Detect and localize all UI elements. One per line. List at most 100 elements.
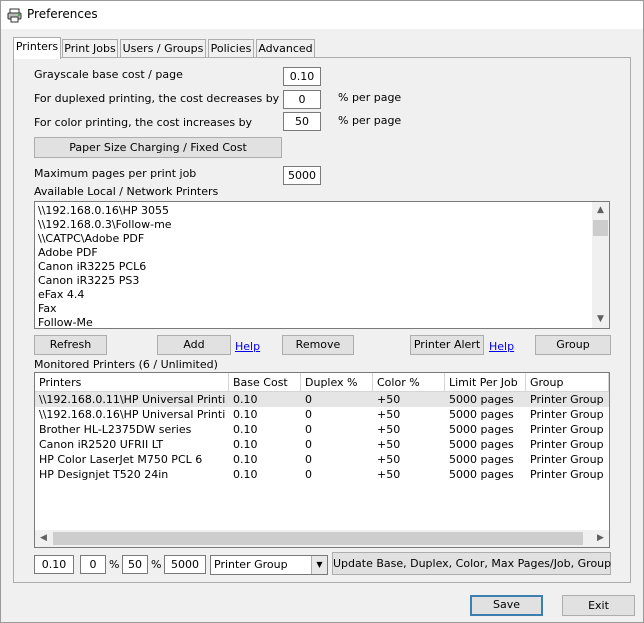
cell-duplex: 0 bbox=[305, 423, 312, 436]
table-row[interactable]: \\192.168.0.16\HP Universal Printing ...… bbox=[35, 407, 609, 422]
refresh-button[interactable]: Refresh bbox=[34, 335, 107, 355]
bulk-duplex-field[interactable]: 0 bbox=[80, 555, 106, 574]
list-item[interactable]: Canon iR3225 PCL6 bbox=[35, 260, 609, 274]
tab-users-groups[interactable]: Users / Groups bbox=[120, 39, 206, 58]
duplex-percent-label: % bbox=[109, 558, 120, 571]
tab-print-jobs[interactable]: Print Jobs bbox=[62, 39, 118, 58]
max-pages-field[interactable]: 5000 bbox=[283, 166, 321, 185]
cell-duplex: 0 bbox=[305, 408, 312, 421]
cell-duplex: 0 bbox=[305, 438, 312, 451]
bulk-max-pages-field[interactable]: 5000 bbox=[164, 555, 206, 574]
column-header-color[interactable]: Color % bbox=[373, 373, 445, 392]
help-link-add[interactable]: Help bbox=[235, 340, 260, 353]
cell-group: Printer Group bbox=[530, 393, 604, 406]
exit-button[interactable]: Exit bbox=[562, 595, 635, 616]
list-item[interactable]: \\CATPC\Adobe PDF bbox=[35, 232, 609, 246]
cell-base-cost: 0.10 bbox=[233, 453, 258, 466]
column-header-group[interactable]: Group bbox=[526, 373, 609, 392]
table-row[interactable]: HP Designjet T520 24in 0.10 0 +50 5000 p… bbox=[35, 467, 609, 482]
cell-color: +50 bbox=[377, 393, 401, 406]
list-item[interactable]: Fax bbox=[35, 302, 609, 316]
cell-base-cost: 0.10 bbox=[233, 468, 258, 481]
cell-group: Printer Group bbox=[530, 423, 604, 436]
duplex-cost-label: For duplexed printing, the cost decrease… bbox=[34, 92, 280, 105]
scroll-down-icon[interactable]: ▼ bbox=[592, 311, 609, 328]
list-item[interactable]: Canon iR3225 PS3 bbox=[35, 274, 609, 288]
available-printers-list[interactable]: \\192.168.0.16\HP 3055 \\192.168.0.3\Fol… bbox=[34, 201, 610, 329]
cell-color: +50 bbox=[377, 408, 401, 421]
table-row[interactable]: HP Color LaserJet M750 PCL 6 0.10 0 +50 … bbox=[35, 452, 609, 467]
table-row[interactable]: Brother HL-L2375DW series 0.10 0 +50 500… bbox=[35, 422, 609, 437]
bulk-color-field[interactable]: 50 bbox=[122, 555, 148, 574]
cell-base-cost: 0.10 bbox=[233, 423, 258, 436]
window-title: Preferences bbox=[27, 7, 98, 21]
column-header-limit[interactable]: Limit Per Job bbox=[445, 373, 526, 392]
add-button[interactable]: Add bbox=[157, 335, 231, 355]
grayscale-cost-label: Grayscale base cost / page bbox=[34, 68, 183, 81]
cell-limit: 5000 pages bbox=[449, 423, 514, 436]
update-all-button[interactable]: Update Base, Duplex, Color, Max Pages/Jo… bbox=[332, 552, 611, 575]
available-printers-label: Available Local / Network Printers bbox=[34, 185, 219, 198]
column-header-duplex[interactable]: Duplex % bbox=[301, 373, 373, 392]
printer-app-icon bbox=[7, 8, 22, 23]
list-item[interactable]: Follow-Me bbox=[35, 316, 609, 328]
cell-limit: 5000 pages bbox=[449, 393, 514, 406]
cell-printer: Canon iR2520 UFRII LT bbox=[39, 438, 164, 451]
cell-limit: 5000 pages bbox=[449, 453, 514, 466]
duplex-decrease-field[interactable]: 0 bbox=[283, 90, 321, 109]
table-row[interactable]: \\192.168.0.11\HP Universal Printing ...… bbox=[35, 392, 609, 407]
color-unit-label: % per page bbox=[338, 114, 402, 127]
cell-group: Printer Group bbox=[530, 453, 604, 466]
color-cost-label: For color printing, the cost increases b… bbox=[34, 116, 253, 129]
group-button[interactable]: Group bbox=[535, 335, 611, 355]
cell-limit: 5000 pages bbox=[449, 468, 514, 481]
list-item[interactable]: \\192.168.0.16\HP 3055 bbox=[35, 204, 609, 218]
column-header-base-cost[interactable]: Base Cost bbox=[229, 373, 301, 392]
bulk-group-select[interactable]: Printer Group ▼ bbox=[210, 555, 328, 575]
tab-printers[interactable]: Printers bbox=[13, 37, 61, 59]
list-item[interactable]: Adobe PDF bbox=[35, 246, 609, 260]
cell-color: +50 bbox=[377, 468, 401, 481]
cell-color: +50 bbox=[377, 423, 401, 436]
grayscale-cost-field[interactable]: 0.10 bbox=[283, 67, 321, 86]
chevron-down-icon[interactable]: ▼ bbox=[311, 556, 327, 574]
available-list-scrollbar[interactable]: ▲ ▼ bbox=[592, 202, 609, 328]
color-increase-field[interactable]: 50 bbox=[283, 112, 321, 131]
duplex-unit-label: % per page bbox=[338, 91, 402, 104]
title-bar: Preferences bbox=[1, 1, 643, 29]
cell-printer: \\192.168.0.16\HP Universal Printing ... bbox=[39, 408, 225, 421]
cell-duplex: 0 bbox=[305, 453, 312, 466]
cell-color: +50 bbox=[377, 453, 401, 466]
cell-printer: HP Designjet T520 24in bbox=[39, 468, 169, 481]
tab-policies[interactable]: Policies bbox=[208, 39, 254, 58]
cell-base-cost: 0.10 bbox=[233, 438, 258, 451]
tab-advanced[interactable]: Advanced bbox=[256, 39, 315, 58]
monitored-printers-table[interactable]: Printers Base Cost Duplex % Color % Limi… bbox=[34, 372, 610, 548]
table-horizontal-scrollbar[interactable]: ◀ ▶ bbox=[35, 530, 609, 547]
list-item[interactable]: \\192.168.0.3\Follow-me bbox=[35, 218, 609, 232]
table-row[interactable]: Canon iR2520 UFRII LT 0.10 0 +50 5000 pa… bbox=[35, 437, 609, 452]
printer-alert-button[interactable]: Printer Alert bbox=[410, 335, 484, 355]
save-button[interactable]: Save bbox=[470, 595, 543, 616]
bulk-base-cost-field[interactable]: 0.10 bbox=[34, 555, 74, 574]
monitored-printers-label: Monitored Printers (6 / Unlimited) bbox=[34, 358, 218, 371]
column-header-printers[interactable]: Printers bbox=[35, 373, 229, 392]
scroll-thumb[interactable] bbox=[53, 532, 583, 545]
cell-limit: 5000 pages bbox=[449, 438, 514, 451]
scroll-up-icon[interactable]: ▲ bbox=[592, 202, 609, 219]
cell-printer: \\192.168.0.11\HP Universal Printing ... bbox=[39, 393, 225, 406]
cell-group: Printer Group bbox=[530, 438, 604, 451]
max-pages-label: Maximum pages per print job bbox=[34, 167, 197, 180]
remove-button[interactable]: Remove bbox=[282, 335, 354, 355]
paper-size-charging-button[interactable]: Paper Size Charging / Fixed Cost bbox=[34, 137, 282, 158]
cell-printer: Brother HL-L2375DW series bbox=[39, 423, 192, 436]
list-item[interactable]: eFax 4.4 bbox=[35, 288, 609, 302]
cell-color: +50 bbox=[377, 438, 401, 451]
color-percent-label: % bbox=[151, 558, 162, 571]
cell-printer: HP Color LaserJet M750 PCL 6 bbox=[39, 453, 203, 466]
help-link-alert[interactable]: Help bbox=[489, 340, 514, 353]
scroll-thumb[interactable] bbox=[593, 220, 608, 236]
scroll-right-icon[interactable]: ▶ bbox=[592, 530, 609, 547]
table-header: Printers Base Cost Duplex % Color % Limi… bbox=[35, 373, 609, 392]
scroll-left-icon[interactable]: ◀ bbox=[35, 530, 52, 547]
